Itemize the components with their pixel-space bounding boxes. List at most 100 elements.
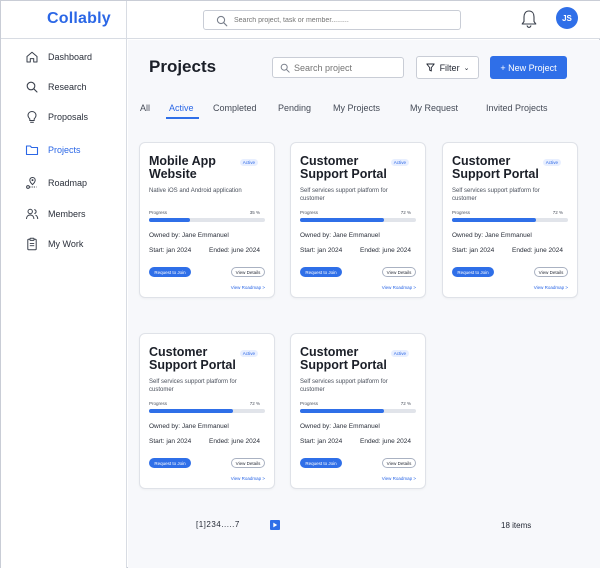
view-details-button[interactable]: View Details	[382, 458, 416, 468]
progress-bar-fill	[149, 409, 233, 413]
project-owner: Owned by: Jane Emmanuel	[300, 423, 380, 430]
play-icon	[273, 522, 278, 528]
project-start: Start: jan 2024	[149, 438, 192, 445]
user-avatar[interactable]: JS	[556, 7, 578, 29]
search-icon	[280, 63, 290, 73]
sidebar-item-label: Research	[48, 82, 87, 92]
project-description: Self services support platform for custo…	[149, 379, 237, 393]
progress-bar	[300, 409, 416, 413]
top-bar: Collably JS	[1, 1, 600, 39]
request-to-join-button[interactable]: Request to Join	[300, 458, 342, 468]
tab-active[interactable]: Active	[169, 103, 194, 113]
sidebar-item-label: My Work	[48, 239, 84, 249]
view-roadmap-link[interactable]: View Roadmap >	[382, 285, 416, 290]
project-start: Start: jan 2024	[452, 247, 495, 254]
project-card[interactable]: Customer Support Portal Active Self serv…	[442, 142, 578, 298]
request-to-join-button[interactable]: Request to Join	[300, 267, 342, 277]
view-roadmap-link[interactable]: View Roadmap >	[231, 476, 265, 481]
app-logo[interactable]: Collably	[47, 10, 111, 28]
sidebar-item-roadmap[interactable]: Roadmap	[25, 174, 87, 192]
progress-percent: 35 %	[249, 210, 260, 215]
pagination[interactable]: [1]234.....7	[196, 520, 240, 529]
project-search[interactable]	[272, 57, 404, 78]
project-description: Self services support platform for custo…	[452, 188, 540, 202]
progress-bar-fill	[300, 218, 384, 222]
progress-bar	[452, 218, 568, 222]
status-badge: Active	[390, 159, 409, 166]
progress-label: Progress	[300, 210, 319, 215]
search-icon	[216, 15, 228, 27]
progress-bar	[149, 409, 265, 413]
tab-all[interactable]: All	[140, 103, 150, 113]
progress-bar-fill	[149, 218, 190, 222]
sidebar-item-label: Roadmap	[48, 178, 88, 188]
progress-label: Progress	[149, 401, 168, 406]
view-details-button[interactable]: View Details	[231, 458, 265, 468]
tab-completed[interactable]: Completed	[213, 103, 257, 113]
project-owner: Owned by: Jane Emmanuel	[149, 423, 229, 430]
project-title: Mobile App Website	[149, 154, 216, 181]
view-roadmap-link[interactable]: View Roadmap >	[534, 285, 568, 290]
project-description: Self services support platform for custo…	[300, 188, 388, 202]
filter-button[interactable]: Filter ⌄	[416, 56, 479, 79]
users-icon	[26, 208, 39, 220]
progress-bar	[300, 218, 416, 222]
request-to-join-button[interactable]: Request to Join	[452, 267, 494, 277]
view-details-button[interactable]: View Details	[382, 267, 416, 277]
project-end: Ended: june 2024	[512, 247, 563, 254]
next-page-button[interactable]	[270, 520, 280, 530]
sidebar-item-projects[interactable]: Projects	[25, 141, 81, 159]
view-roadmap-link[interactable]: View Roadmap >	[231, 285, 265, 290]
global-search[interactable]	[203, 10, 461, 30]
status-badge: Active	[390, 350, 409, 357]
sidebar-item-research[interactable]: Research	[25, 78, 87, 96]
view-details-button[interactable]: View Details	[231, 267, 265, 277]
request-to-join-button[interactable]: Request to Join	[149, 458, 191, 468]
sidebar-item-proposals[interactable]: Proposals	[25, 108, 88, 126]
progress-label: Progress	[452, 210, 471, 215]
project-start: Start: jan 2024	[149, 247, 192, 254]
project-card[interactable]: Mobile App Website Active Native iOS and…	[139, 142, 275, 298]
progress-label: Progress	[300, 401, 319, 406]
status-badge: Active	[239, 350, 258, 357]
sidebar-item-members[interactable]: Members	[25, 205, 86, 223]
page-title: Projects	[149, 57, 217, 76]
project-title: Customer Support Portal	[149, 345, 236, 372]
top-divider	[126, 1, 127, 39]
status-badge: Active	[239, 159, 258, 166]
tab-my-projects[interactable]: My Projects	[333, 103, 380, 113]
project-description: Self services support platform for custo…	[300, 379, 388, 393]
project-card[interactable]: Customer Support Portal Active Self serv…	[139, 333, 275, 489]
clipboard-icon	[27, 237, 37, 251]
tab-pending[interactable]: Pending	[278, 103, 311, 113]
items-count: 18 items	[501, 521, 532, 530]
project-card[interactable]: Customer Support Portal Active Self serv…	[290, 333, 426, 489]
sidebar-item-label: Dashboard	[48, 52, 93, 62]
progress-bar-fill	[452, 218, 536, 222]
sidebar-item-my-work[interactable]: My Work	[25, 235, 83, 253]
project-owner: Owned by: Jane Emmanuel	[149, 232, 229, 239]
view-details-button[interactable]: View Details	[534, 267, 568, 277]
filter-icon	[425, 63, 435, 72]
bell-icon[interactable]	[520, 9, 538, 29]
home-icon	[26, 51, 38, 63]
new-project-button[interactable]: + New Project	[490, 56, 567, 79]
sidebar: Dashboard Research Proposals Projects Ro…	[1, 39, 127, 568]
project-end: Ended: june 2024	[360, 247, 411, 254]
progress-bar-fill	[300, 409, 384, 413]
view-roadmap-link[interactable]: View Roadmap >	[382, 476, 416, 481]
sidebar-item-dashboard[interactable]: Dashboard	[25, 48, 92, 66]
tab-my-request[interactable]: My Request	[410, 103, 458, 113]
lightbulb-icon	[27, 110, 37, 123]
project-card[interactable]: Customer Support Portal Active Self serv…	[290, 142, 426, 298]
sidebar-item-label: Members	[48, 209, 86, 219]
app-frame: Collably JS Dashboard Rese	[0, 0, 600, 568]
sidebar-item-label: Projects	[48, 145, 81, 155]
request-to-join-button[interactable]: Request to Join	[149, 267, 191, 277]
project-search-input[interactable]	[294, 61, 399, 75]
tab-invited-projects[interactable]: Invited Projects	[486, 103, 548, 113]
global-search-input[interactable]	[234, 13, 454, 28]
project-title: Customer Support Portal	[452, 154, 539, 181]
map-pin-icon	[26, 176, 37, 189]
status-badge: Active	[542, 159, 561, 166]
